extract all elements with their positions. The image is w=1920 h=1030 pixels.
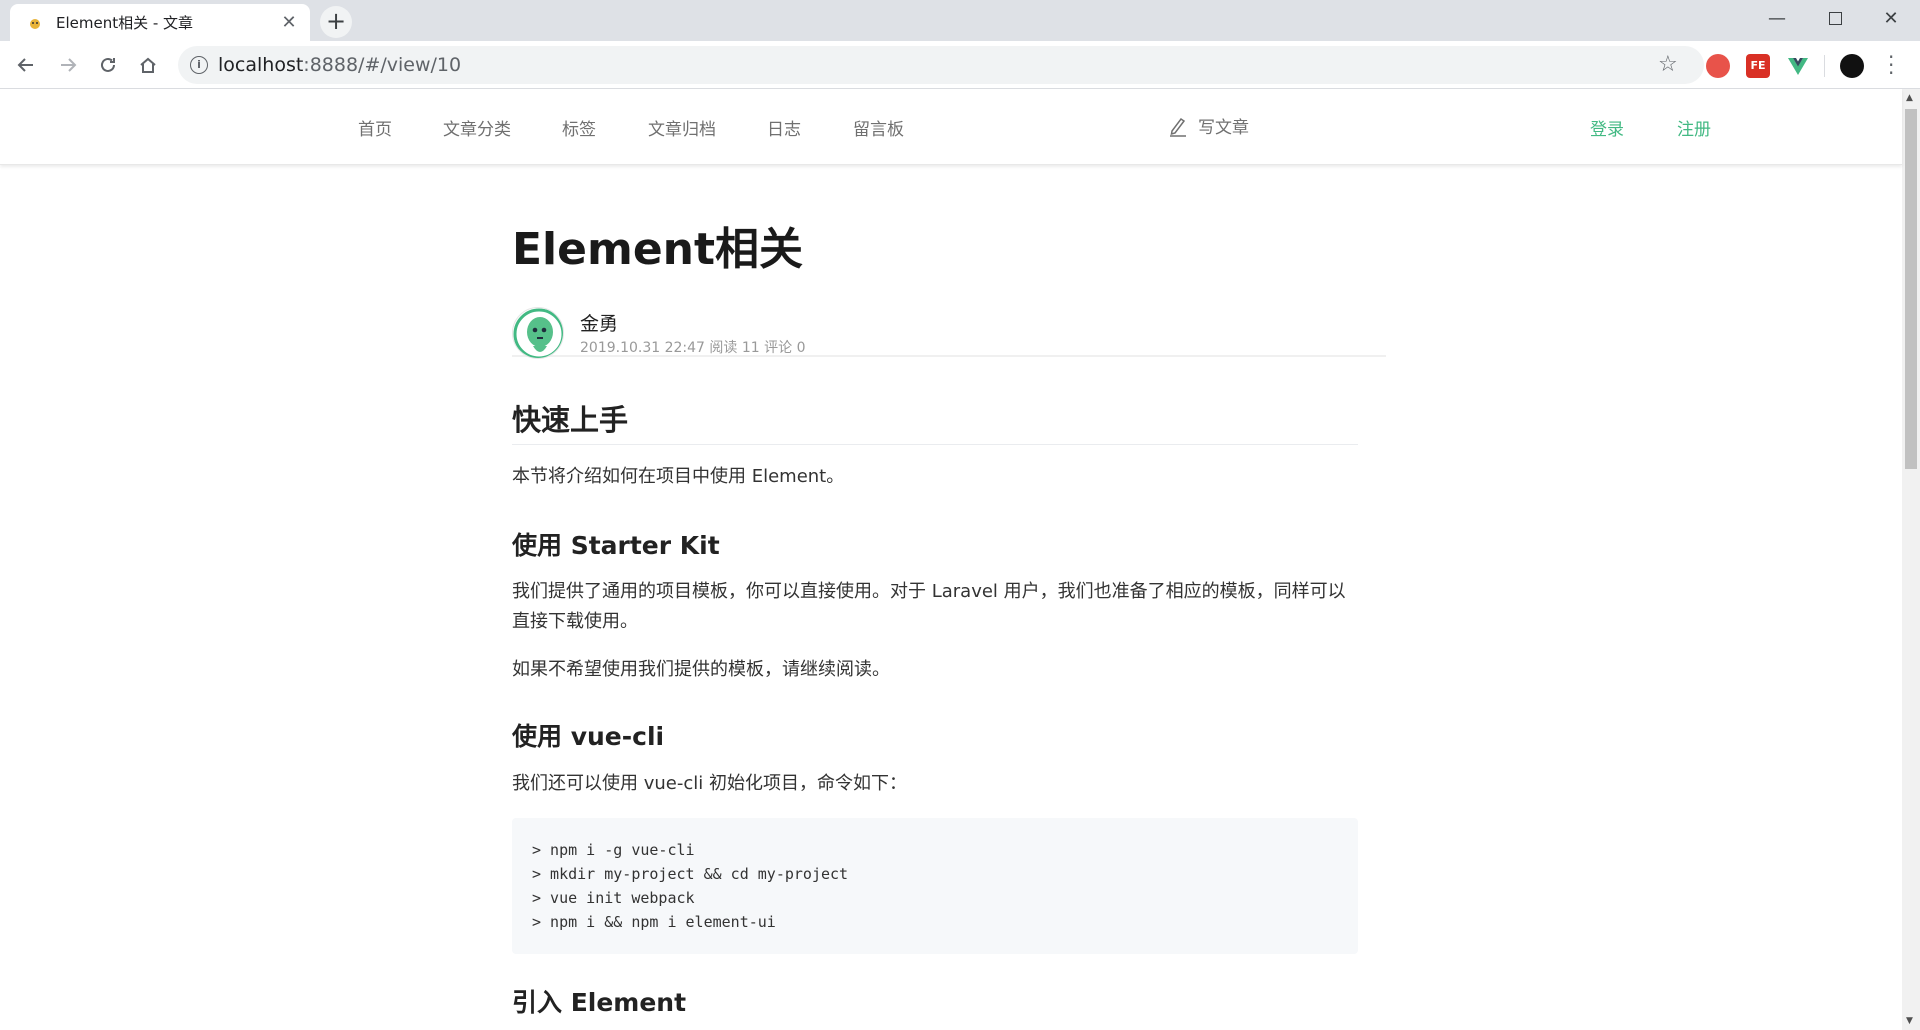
nav-item-home[interactable]: 首页 — [358, 115, 392, 140]
minimize-window-button[interactable]: — — [1748, 0, 1806, 38]
scroll-up-arrow-icon[interactable]: ▲ — [1906, 93, 1913, 103]
browser-toolbar: i localhost:8888/#/view/10 ☆ FE · · · — [0, 41, 1920, 89]
browser-menu-icon[interactable]: · · · — [1888, 47, 1896, 83]
home-button[interactable] — [132, 49, 164, 81]
starter-kit-note-paragraph: 如果不希望使用我们提供的模板，请继续阅读。 — [512, 659, 890, 680]
home-icon — [140, 57, 156, 73]
forward-button[interactable] — [52, 49, 84, 81]
vue-cli-paragraph: 我们还可以使用 vue-cli 初始化项目，命令如下： — [512, 773, 907, 794]
reload-button[interactable] — [92, 49, 124, 81]
code-block[interactable]: > npm i -g vue-cli > mkdir my-project &&… — [512, 818, 1358, 954]
close-tab-icon[interactable]: ✕ — [278, 12, 300, 33]
toolbar-divider — [1824, 55, 1825, 77]
register-link[interactable]: 注册 — [1677, 115, 1711, 140]
browser-tab[interactable]: Element相关 - 文章 ✕ — [10, 4, 310, 41]
url-text: localhost:8888/#/view/10 — [218, 54, 462, 76]
extension-infinity-icon[interactable] — [1706, 54, 1730, 78]
code-line: > npm i && npm i element-ui — [532, 913, 776, 931]
author-avatar-icon — [513, 308, 563, 358]
scrollbar-thumb[interactable] — [1905, 109, 1917, 469]
avatar[interactable] — [512, 307, 564, 359]
nav-item-categories[interactable]: 文章分类 — [443, 115, 511, 140]
page-scrollbar[interactable]: ▲ ▼ — [1902, 89, 1920, 1030]
nav-item-archive[interactable]: 文章归档 — [648, 115, 716, 140]
reload-icon — [101, 57, 115, 72]
heading-starter-kit: 使用 Starter Kit — [512, 531, 720, 560]
pencil-icon — [1170, 117, 1186, 137]
nav-item-log[interactable]: 日志 — [767, 115, 801, 140]
new-tab-button[interactable]: + — [320, 6, 352, 38]
article-meta: 2019.10.31 22:47 阅读 11 评论 0 — [580, 340, 806, 356]
back-button[interactable] — [10, 49, 42, 81]
author-info: 金勇 2019.10.31 22:47 阅读 11 评论 0 — [512, 307, 1386, 359]
extension-fe-icon[interactable]: FE — [1746, 54, 1770, 78]
article-title: Element相关 — [512, 224, 804, 275]
forward-arrow-icon — [61, 58, 77, 72]
bookmark-star-icon[interactable]: ☆ — [1658, 52, 1678, 77]
nav-item-tags[interactable]: 标签 — [562, 115, 596, 140]
intro-paragraph: 本节将介绍如何在项目中使用 Element。 — [512, 466, 845, 487]
scroll-down-arrow-icon[interactable]: ▼ — [1906, 1016, 1913, 1026]
profile-avatar[interactable] — [1840, 54, 1864, 78]
author-name[interactable]: 金勇 — [580, 309, 618, 336]
nav-item-guestbook[interactable]: 留言板 — [853, 115, 904, 140]
heading-divider — [512, 444, 1358, 445]
starter-kit-paragraph: 我们提供了通用的项目模板，你可以直接使用。对于 Laravel 用户，我们也准备… — [512, 581, 1346, 632]
back-arrow-icon — [17, 58, 33, 72]
close-window-button[interactable]: ✕ — [1862, 0, 1920, 38]
write-article-label: 写文章 — [1198, 118, 1249, 138]
write-article-button[interactable]: 写文章 — [1168, 113, 1249, 138]
code-line: > vue init webpack — [532, 889, 695, 907]
site-header: 首页 文章分类 标签 文章归档 日志 留言板 写文章 登录 注册 — [0, 89, 1902, 165]
vue-devtools-icon[interactable] — [1786, 54, 1810, 78]
login-link[interactable]: 登录 — [1590, 115, 1624, 140]
heading-import-element: 引入 Element — [512, 988, 687, 1017]
address-bar[interactable]: i localhost:8888/#/view/10 ☆ — [178, 46, 1704, 84]
heading-quick-start: 快速上手 — [512, 403, 629, 437]
code-line: > mkdir my-project && cd my-project — [532, 865, 849, 883]
heading-vue-cli: 使用 vue-cli — [512, 722, 665, 751]
site-favicon-icon — [30, 18, 40, 29]
restore-window-button[interactable] — [1806, 0, 1864, 38]
tab-title: Element相关 - 文章 — [56, 14, 194, 32]
code-line: > npm i -g vue-cli — [532, 841, 695, 859]
site-info-icon[interactable]: i — [190, 56, 208, 74]
browser-tab-strip: Element相关 - 文章 ✕ + — ✕ — [0, 0, 1920, 41]
